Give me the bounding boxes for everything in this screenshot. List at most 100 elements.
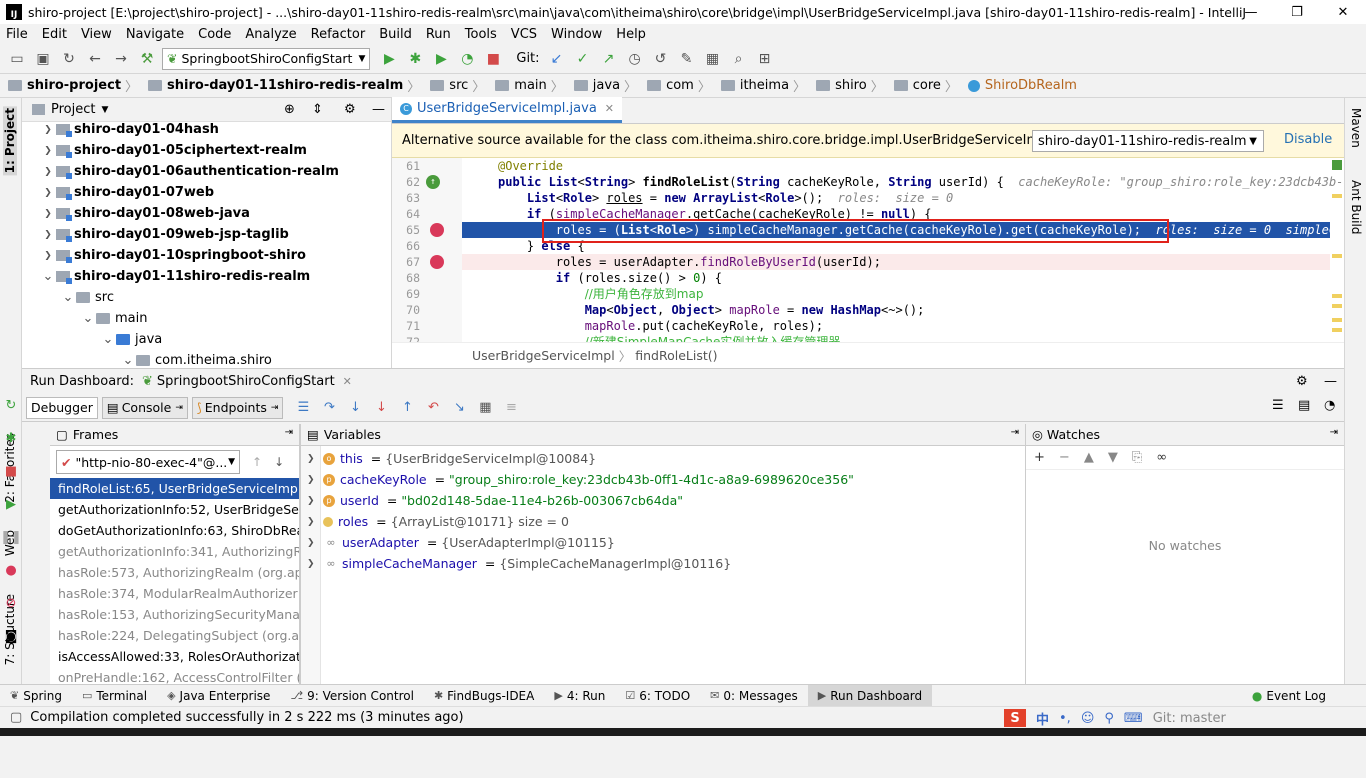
disable-link[interactable]: Disable bbox=[1284, 132, 1332, 147]
breakpoint-icon[interactable] bbox=[430, 223, 444, 237]
variable-row[interactable]: ❯ p cacheKeyRole = "group_shiro:role_key:2… bbox=[301, 469, 1025, 490]
git-update-icon[interactable]: ↙ bbox=[546, 48, 568, 70]
folder-open-icon[interactable]: ▭ bbox=[6, 48, 28, 70]
copy-icon[interactable]: ⎘ bbox=[1132, 450, 1142, 465]
chevron-right-icon[interactable]: ❯ bbox=[307, 475, 323, 485]
code-line[interactable]: mapRole.put(cacheKeyRole, roles); bbox=[462, 318, 1330, 334]
debug-bug-icon[interactable]: ✱ bbox=[6, 431, 17, 446]
menu-item-build[interactable]: Build bbox=[379, 27, 412, 42]
menu-item-refactor[interactable]: Refactor bbox=[311, 27, 366, 42]
frame-item[interactable]: getAuthorizationInfo:52, UserBridgeServi bbox=[50, 499, 299, 520]
add-watch-icon[interactable]: + bbox=[1034, 450, 1045, 465]
menu-item-navigate[interactable]: Navigate bbox=[126, 27, 184, 42]
override-icon[interactable]: ↑ bbox=[426, 175, 440, 189]
run-to-cursor-icon[interactable]: ↘ bbox=[449, 398, 469, 418]
frame-item[interactable]: hasRole:573, AuthorizingRealm (org.apac bbox=[50, 562, 299, 583]
ime-mode[interactable]: 中 bbox=[1036, 709, 1049, 728]
thread-down-icon[interactable]: ↓ bbox=[274, 455, 284, 469]
chevron-right-icon[interactable]: ❯ bbox=[307, 559, 323, 569]
view-breakpoints-icon[interactable]: ● bbox=[5, 563, 16, 578]
menu-item-analyze[interactable]: Analyze bbox=[245, 27, 296, 42]
history-icon[interactable]: ◷ bbox=[624, 48, 646, 70]
chevron-right-icon[interactable]: ❯ bbox=[40, 209, 56, 219]
chevron-right-icon[interactable]: ❯ bbox=[307, 517, 323, 527]
gear-icon[interactable]: ⚙ bbox=[1296, 374, 1308, 389]
emoji-icon[interactable]: ☺ bbox=[1081, 711, 1095, 726]
project-structure-icon[interactable]: ▦ bbox=[702, 48, 724, 70]
frame-item[interactable]: isAccessAllowed:33, RolesOrAuthorization bbox=[50, 646, 299, 667]
maximize-icon[interactable]: ❐ bbox=[1274, 0, 1320, 24]
code-line[interactable]: //用户角色存放到map bbox=[462, 286, 1330, 302]
chevron-right-icon[interactable]: ❯ bbox=[307, 454, 323, 464]
coverage-icon[interactable]: ▶ bbox=[430, 48, 452, 70]
chevron-down-icon[interactable]: ⌄ bbox=[80, 311, 96, 326]
memory-icon[interactable]: ◔ bbox=[1324, 398, 1335, 413]
chevron-down-icon[interactable]: ⌄ bbox=[60, 290, 76, 305]
tree-item[interactable]: ❯ shiro-day01-10springboot-shiro bbox=[22, 245, 306, 266]
close-icon[interactable]: ✕ bbox=[1320, 0, 1366, 24]
chevron-right-icon[interactable]: ❯ bbox=[40, 146, 56, 156]
breakpoint-icon[interactable] bbox=[430, 255, 444, 269]
breadcrumb-item[interactable]: itheima 〉 bbox=[720, 76, 810, 95]
tree-item[interactable]: ⌄ java bbox=[22, 329, 163, 350]
bottom-tab[interactable]: ✱ FindBugs-IDEA bbox=[424, 685, 544, 707]
frame-item[interactable]: doGetAuthorizationInfo:63, ShiroDbRealm bbox=[50, 520, 299, 541]
git-push-icon[interactable]: ↗ bbox=[598, 48, 620, 70]
chevron-down-icon[interactable]: ⌄ bbox=[40, 269, 56, 284]
camera-icon[interactable]: ◙ bbox=[5, 629, 18, 644]
frame-item[interactable]: findRoleList:65, UserBridgeServiceImpl (… bbox=[50, 478, 299, 499]
chevron-right-icon[interactable]: ❯ bbox=[40, 188, 56, 198]
variable-row[interactable]: ❯ o this = {UserBridgeServiceImpl@10084} bbox=[301, 448, 1025, 469]
breadcrumb-item[interactable]: core 〉 bbox=[893, 76, 962, 95]
back-icon[interactable]: ← bbox=[84, 48, 106, 70]
hide-icon[interactable]: — bbox=[1324, 374, 1337, 389]
window-layout-icon[interactable]: ⊞ bbox=[754, 48, 776, 70]
locate-icon[interactable]: ⊕ bbox=[284, 102, 295, 117]
bottom-tab[interactable]: ▭ Terminal bbox=[72, 685, 157, 707]
tree-item[interactable]: ❯ shiro-day01-04hash bbox=[22, 122, 219, 140]
resume-icon[interactable]: ▶ bbox=[6, 497, 16, 512]
breadcrumb-item[interactable]: shiro-day01-11shiro-redis-realm 〉 bbox=[148, 76, 424, 95]
code-line[interactable]: roles = userAdapter.findRoleByUserId(use… bbox=[462, 254, 1330, 270]
mute-breakpoints-icon[interactable]: ⊘ bbox=[6, 596, 17, 611]
pin-icon[interactable]: ⇥ bbox=[1330, 427, 1338, 438]
breadcrumb-item[interactable]: com 〉 bbox=[647, 76, 715, 95]
variable-row[interactable]: ❯ p userId = "bd02d148-5dae-11e4-b26b-0030… bbox=[301, 490, 1025, 511]
bottom-tab[interactable]: ☑ 6: TODO bbox=[615, 685, 700, 707]
chevron-right-icon[interactable]: ❯ bbox=[40, 230, 56, 240]
search-icon[interactable]: ⌕ bbox=[728, 48, 750, 70]
chevron-down-icon[interactable]: ⌄ bbox=[120, 353, 136, 368]
variable-row[interactable]: ❯ ∞ userAdapter = {UserAdapterImpl@10115} bbox=[301, 532, 1025, 553]
forward-icon[interactable]: → bbox=[110, 48, 132, 70]
gear-icon[interactable]: ⚙ bbox=[344, 102, 356, 117]
tree-item[interactable]: ⌄ src bbox=[22, 287, 114, 308]
tree-item[interactable]: ❯ shiro-day01-06authentication-realm bbox=[22, 161, 339, 182]
code-breadcrumb-method[interactable]: findRoleList() bbox=[635, 348, 717, 363]
code-line[interactable]: if (roles.size() > 0) { bbox=[462, 270, 1330, 286]
tree-item[interactable]: ❯ shiro-day01-09web-jsp-taglib bbox=[22, 224, 289, 245]
force-step-into-icon[interactable]: ↓ bbox=[371, 398, 391, 418]
run-icon[interactable]: ▶ bbox=[378, 48, 400, 70]
menu-item-run[interactable]: Run bbox=[426, 27, 451, 42]
build-icon[interactable]: ⚒ bbox=[136, 48, 158, 70]
menu-item-view[interactable]: View bbox=[81, 27, 112, 42]
frame-item[interactable]: getAuthorizationInfo:341, AuthorizingRea bbox=[50, 541, 299, 562]
menu-item-window[interactable]: Window bbox=[551, 27, 602, 42]
chevron-right-icon[interactable]: ❯ bbox=[40, 125, 56, 135]
alternative-source-select[interactable]: shiro-day01-11shiro-redis-realm ▼ bbox=[1032, 130, 1264, 152]
frame-item[interactable]: hasRole:153, AuthorizingSecurityManager bbox=[50, 604, 299, 625]
pin-icon[interactable]: ⇥ bbox=[1011, 427, 1019, 438]
settings-wrench-icon[interactable]: ✎ bbox=[676, 48, 698, 70]
move-down-icon[interactable]: ▼ bbox=[1108, 450, 1118, 465]
code-line[interactable]: //新建SimpleMapCache实例并放入缓存管理器 bbox=[462, 334, 1330, 342]
close-tab-icon[interactable]: ✕ bbox=[343, 375, 352, 388]
menu-item-tools[interactable]: Tools bbox=[465, 27, 497, 42]
stop-icon[interactable]: ■ bbox=[5, 464, 17, 479]
drop-frame-icon[interactable]: ↶ bbox=[423, 398, 443, 418]
chevron-right-icon[interactable]: ❯ bbox=[307, 496, 323, 506]
menu-item-file[interactable]: File bbox=[6, 27, 28, 42]
menu-item-code[interactable]: Code bbox=[198, 27, 231, 42]
glasses-icon[interactable]: ∞ bbox=[1156, 450, 1167, 465]
tree-item[interactable]: ❯ shiro-day01-05ciphertext-realm bbox=[22, 140, 307, 161]
breadcrumb-item[interactable]: shiro-project 〉 bbox=[8, 76, 142, 95]
